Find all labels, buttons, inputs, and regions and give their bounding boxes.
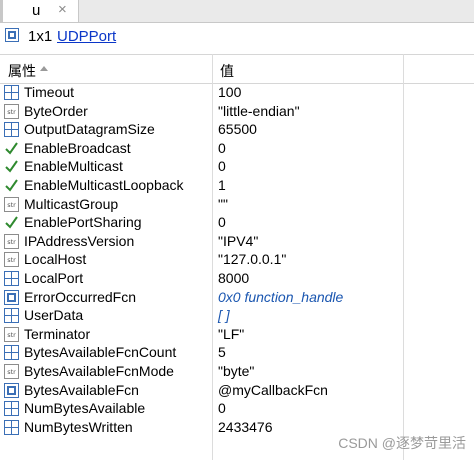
property-name: LocalPort [24,269,84,286]
property-value[interactable]: 100 [218,84,241,100]
svg-text:str: str [7,368,16,376]
property-row[interactable]: LocalPort 8000 [0,269,474,288]
tab-variable-u[interactable]: u × [0,0,79,22]
property-name: EnableBroadcast [24,139,131,156]
property-rows: Timeout 100 str ByteOrder "little-endian" Out… [0,83,474,436]
string-icon: str [4,233,19,249]
sort-ascending-icon[interactable] [40,66,48,71]
svg-text:str: str [7,201,16,209]
class-link[interactable]: UDPPort [57,28,116,45]
property-value[interactable]: "" [218,196,228,212]
property-name: Timeout [24,84,75,100]
numeric-grid-icon [4,345,19,361]
property-name: OutputDatagramSize [24,121,155,138]
property-name: EnableMulticast [24,158,123,175]
property-row[interactable]: EnableMulticastLoopback 1 [0,176,474,195]
logical-check-icon [4,215,19,230]
string-icon: str [4,103,19,119]
property-row[interactable]: str MulticastGroup "" [0,195,474,214]
property-name: Terminator [24,325,91,342]
property-row[interactable]: EnableMulticast 0 [0,157,474,176]
property-value[interactable]: @myCallbackFcn [218,382,328,398]
property-value[interactable]: 0x0 function_handle [218,289,343,305]
property-row[interactable]: BytesAvailableFcnCount 5 [0,343,474,362]
property-row[interactable]: OutputDatagramSize 65500 [0,120,474,139]
property-row[interactable]: str LocalHost "127.0.0.1" [0,250,474,269]
numeric-grid-icon [4,122,19,138]
property-value[interactable]: "127.0.0.1" [218,251,286,267]
property-row[interactable]: UserData [ ] [0,306,474,325]
svg-text:str: str [7,238,16,246]
property-row[interactable]: NumBytesAvailable 0 [0,399,474,418]
string-icon: str [4,363,19,379]
property-name: MulticastGroup [24,195,119,212]
function-handle-icon [4,289,19,305]
property-row[interactable]: Timeout 100 [0,83,474,102]
property-name: NumBytesAvailable [24,400,146,417]
value-column-header[interactable]: 值 [220,61,234,81]
property-row[interactable]: ErrorOccurredFcn 0x0 function_handle [0,288,474,307]
property-value[interactable]: 1 [218,177,226,193]
tab-strip: u × [0,0,474,23]
numeric-grid-icon [4,401,19,417]
property-row[interactable]: str IPAddressVersion "IPV4" [0,232,474,251]
logical-check-icon [4,178,19,193]
watermark: CSDN @逐梦苛里活 [338,435,466,451]
object-header: 1x1 UDPPort [0,24,474,50]
property-column-header[interactable]: 属性 [8,61,36,81]
property-name: LocalHost [24,251,87,268]
property-value[interactable]: 65500 [218,121,257,137]
numeric-grid-icon [4,85,19,100]
property-name: IPAddressVersion [24,232,135,249]
property-name: NumBytesWritten [24,418,133,435]
property-value[interactable]: "LF" [218,326,244,342]
property-grid: 属性 值 Timeout 100 str ByteOrder "little-endia… [0,54,474,460]
svg-text:str: str [7,331,16,339]
string-icon: str [4,196,19,212]
property-row[interactable]: str BytesAvailableFcnMode "byte" [0,362,474,381]
property-name: UserData [24,307,84,324]
property-name: BytesAvailableFcnCount [24,344,177,361]
property-value[interactable]: 2433476 [218,419,273,435]
property-row[interactable]: EnablePortSharing 0 [0,213,474,232]
svg-text:str: str [7,108,16,116]
property-name: EnableMulticastLoopback [24,176,184,193]
property-name: ErrorOccurredFcn [24,288,137,305]
property-row[interactable]: EnableBroadcast 0 [0,139,474,158]
property-row[interactable]: str ByteOrder "little-endian" [0,102,474,121]
property-row[interactable]: BytesAvailableFcn @myCallbackFcn [0,381,474,400]
property-value[interactable]: [ ] [218,307,230,323]
property-name: EnablePortSharing [24,214,142,231]
property-value[interactable]: 0 [218,400,226,416]
property-name: BytesAvailableFcn [24,381,139,398]
logical-check-icon [4,159,19,174]
svg-text:str: str [7,256,16,264]
object-icon [5,28,19,42]
tab-label: u [32,2,41,19]
property-row[interactable]: str Terminator "LF" [0,325,474,344]
string-icon: str [4,326,19,342]
property-value[interactable]: 5 [218,344,226,360]
property-value[interactable]: 8000 [218,270,249,286]
numeric-grid-icon [4,419,19,435]
close-icon[interactable]: × [58,1,67,18]
numeric-grid-icon [4,270,19,286]
property-value[interactable]: "little-endian" [218,103,300,119]
tab-edge [0,0,3,22]
logical-check-icon [4,141,19,156]
property-name: ByteOrder [24,102,88,119]
property-value[interactable]: 0 [218,140,226,156]
string-icon: str [4,252,19,268]
property-name: BytesAvailableFcnMode [24,362,174,379]
numeric-grid-icon [4,308,19,324]
property-value[interactable]: "byte" [218,363,254,379]
property-value[interactable]: "IPV4" [218,233,258,249]
function-handle-icon [4,382,19,398]
property-value[interactable]: 0 [218,158,226,174]
object-size: 1x1 [28,28,53,45]
property-value[interactable]: 0 [218,214,226,230]
